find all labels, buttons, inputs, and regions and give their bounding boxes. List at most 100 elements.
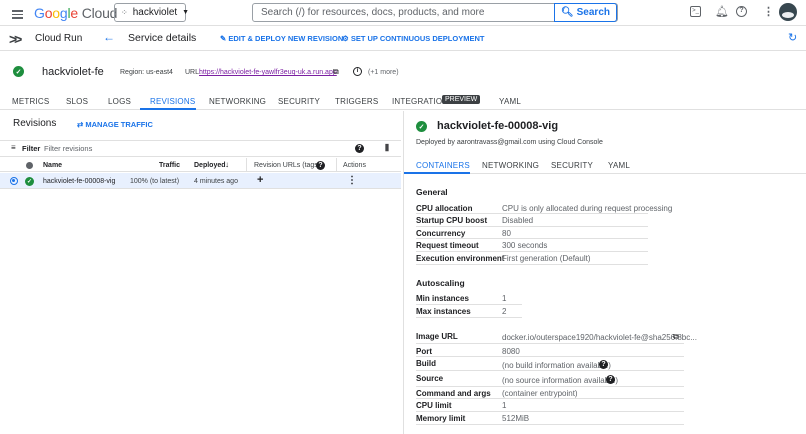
- row-divider: [416, 264, 648, 265]
- tab-detail-networking[interactable]: NETWORKING: [482, 161, 539, 170]
- service-region: Region: us-east4: [120, 69, 173, 76]
- row-divider: [416, 317, 522, 318]
- tab-networking[interactable]: NETWORKING: [209, 97, 266, 106]
- general-label: CPU allocation: [416, 204, 473, 213]
- column-display-icon[interactable]: ⦀: [385, 143, 389, 154]
- column-revision-urls[interactable]: Revision URLs (tags): [254, 162, 320, 169]
- tab-revisions[interactable]: REVISIONS: [150, 97, 195, 106]
- autoscaling-section-title: Autoscaling: [416, 278, 465, 288]
- refresh-icon[interactable]: ↻: [788, 31, 797, 44]
- source-help-icon[interactable]: ?: [606, 375, 615, 384]
- back-arrow-icon[interactable]: ←: [103, 30, 115, 44]
- row-divider: [416, 370, 684, 371]
- row-divider: [416, 251, 648, 252]
- preview-badge: PREVIEW: [442, 95, 481, 104]
- tab-detail-yaml[interactable]: YAML: [608, 161, 630, 170]
- tab-containers[interactable]: CONTAINERS: [416, 161, 470, 170]
- general-label: Concurrency: [416, 229, 466, 238]
- more-urls-link[interactable]: (+1 more): [368, 69, 399, 76]
- product-name: Cloud Run: [35, 33, 83, 44]
- manage-traffic-label: MANAGE TRAFFIC: [85, 120, 153, 129]
- deployed-by: Deployed by aarontravass@gmail.com using…: [416, 139, 603, 146]
- container-value: (container entrypoint): [502, 389, 578, 398]
- status-column-icon: [26, 162, 33, 169]
- copy-icon[interactable]: ⧉: [333, 67, 339, 77]
- column-deployed[interactable]: Deployed: [194, 162, 226, 169]
- info-icon[interactable]: i: [353, 67, 362, 76]
- service-url-link[interactable]: https://hackviolet-fe-yawlfr3euq-uk.a.ru…: [199, 69, 337, 76]
- tab-detail-security[interactable]: SECURITY: [551, 161, 593, 170]
- row-divider: [416, 356, 684, 357]
- autoscaling-value: 1: [502, 294, 507, 303]
- avatar[interactable]: [779, 3, 797, 21]
- tab-metrics[interactable]: METRICS: [12, 97, 49, 106]
- general-label: Startup CPU boost: [416, 216, 488, 225]
- image-url-value: docker.io/outerspace1920/hackviolet-fe@s…: [502, 333, 697, 342]
- sort-descending-icon[interactable]: ↓: [225, 160, 229, 169]
- general-value: First generation (Default): [502, 254, 591, 263]
- tab-triggers[interactable]: TRIGGERS: [335, 97, 378, 106]
- continuous-deployment-label: SET UP CONTINUOUS DEPLOYMENT: [350, 34, 485, 43]
- service-status-icon: ✓: [13, 66, 24, 77]
- filter-input[interactable]: Filter revisions: [44, 144, 92, 153]
- search-button[interactable]: 🔍︎ Search: [553, 3, 617, 22]
- settings-icon: ⚙: [342, 34, 349, 43]
- autoscaling-value: 2: [502, 307, 507, 316]
- manage-traffic-button[interactable]: ⇄ MANAGE TRAFFIC: [77, 120, 153, 129]
- traffic-icon: ⇄: [77, 120, 84, 129]
- autoscaling-label: Min instances: [416, 294, 469, 303]
- tab-yaml[interactable]: YAML: [499, 97, 521, 106]
- revision-detail-title: hackviolet-fe-00008-vig: [437, 120, 559, 132]
- add-tag-icon[interactable]: +: [257, 174, 263, 186]
- revision-deployed: 4 minutes ago: [194, 178, 238, 185]
- row-divider: [416, 238, 648, 239]
- row-divider: [416, 386, 684, 387]
- page-title: Service details: [128, 32, 197, 44]
- continuous-deployment-button[interactable]: ⚙ SET UP CONTINUOUS DEPLOYMENT: [342, 34, 484, 43]
- help-icon[interactable]: ?: [736, 6, 747, 17]
- active-tab-indicator: [140, 108, 196, 110]
- row-divider: [416, 226, 648, 227]
- column-name[interactable]: Name: [43, 162, 62, 169]
- tab-slos[interactable]: SLOS: [66, 97, 88, 106]
- edit-deploy-button[interactable]: ✎ EDIT & DEPLOY NEW REVISION: [220, 34, 343, 43]
- container-label: Port: [416, 347, 432, 356]
- tab-security[interactable]: SECURITY: [278, 97, 320, 106]
- filter-label: Filter: [22, 144, 41, 153]
- column-actions: Actions: [343, 162, 366, 169]
- more-options-icon[interactable]: ⋮: [763, 5, 774, 18]
- filter-help-icon[interactable]: ?: [355, 144, 364, 153]
- container-value: 512MiB: [502, 414, 530, 423]
- edit-deploy-label: EDIT & DEPLOY NEW REVISION: [228, 34, 344, 43]
- container-value: 8080: [502, 347, 520, 356]
- cloud-shell-icon[interactable]: >_: [690, 6, 701, 17]
- revision-urls-help-icon[interactable]: ?: [316, 161, 325, 170]
- google-cloud-logo[interactable]: Google Cloud: [34, 5, 117, 21]
- project-selector[interactable]: ⁘ hackviolet ▼: [114, 3, 190, 22]
- column-traffic[interactable]: Traffic: [159, 162, 180, 169]
- container-label: Source: [416, 374, 444, 383]
- pencil-icon: ✎: [220, 34, 227, 43]
- row-actions-icon[interactable]: ⋮: [347, 175, 357, 186]
- revision-radio[interactable]: [10, 177, 18, 185]
- row-divider: [416, 213, 648, 214]
- general-label: Execution environment: [416, 254, 505, 263]
- general-value: 300 seconds: [502, 241, 548, 250]
- general-label: Request timeout: [416, 241, 479, 250]
- top-bar: Google Cloud ⁘ hackviolet ▼ Search (/) f…: [0, 0, 806, 26]
- notifications-icon[interactable]: 🔔︎: [715, 5, 729, 18]
- main-menu-icon[interactable]: [12, 8, 23, 21]
- column-divider: [246, 158, 247, 172]
- row-divider: [416, 398, 684, 399]
- search-bar[interactable]: Search (/) for resources, docs, products…: [252, 3, 618, 22]
- build-help-icon[interactable]: ?: [599, 360, 608, 369]
- row-divider: [416, 304, 522, 305]
- general-value: CPU is only allocated during request pro…: [502, 204, 673, 213]
- dropdown-icon: ▼: [182, 9, 190, 16]
- copy-image-url-icon[interactable]: ⧉: [673, 332, 679, 342]
- tab-logs[interactable]: LOGS: [108, 97, 131, 106]
- container-value: 1: [502, 401, 507, 410]
- project-name: hackviolet: [132, 7, 178, 18]
- search-input[interactable]: Search (/) for resources, docs, products…: [261, 7, 484, 18]
- general-value: Disabled: [502, 216, 534, 225]
